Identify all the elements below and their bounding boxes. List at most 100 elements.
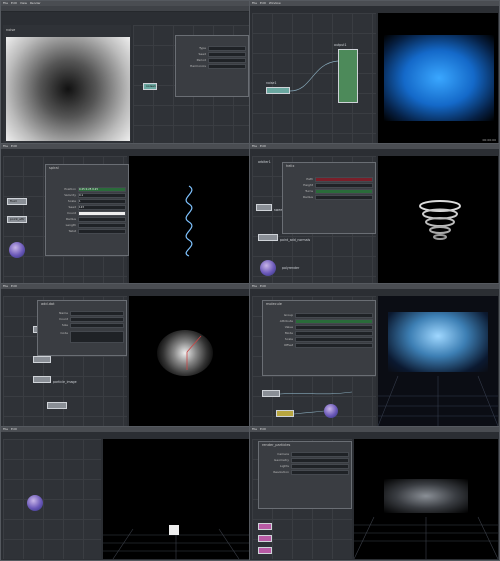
workspace-panel-8: File Edit render_particles Camera Geomet… (249, 426, 500, 561)
param-field[interactable] (78, 223, 126, 228)
noise-viewer-pane: noise (3, 25, 131, 143)
param-field[interactable] (78, 211, 126, 216)
param-field[interactable] (78, 217, 126, 222)
menu-file[interactable]: File (3, 144, 8, 149)
menu-bar: File Edit (1, 144, 250, 149)
param-field[interactable] (70, 323, 124, 328)
menu-edit[interactable]: Edit (260, 427, 266, 432)
menu-window[interactable]: Window (269, 1, 281, 6)
ground-grid (354, 516, 498, 559)
node-point-sprite[interactable] (47, 402, 67, 409)
param-field[interactable] (291, 452, 349, 457)
param-field[interactable] (78, 229, 126, 234)
node-particles[interactable] (33, 356, 51, 363)
param-field[interactable] (291, 464, 349, 469)
param-window: add.dat Name Count Size Code (37, 300, 127, 356)
param-label: Radius (65, 217, 76, 221)
node-add-normals[interactable] (258, 234, 278, 241)
menu-edit[interactable]: Edit (11, 144, 17, 149)
sphere-node-icon[interactable] (260, 260, 276, 276)
param-field[interactable] (315, 177, 373, 182)
param-label: Count (67, 211, 76, 215)
param-field[interactable] (291, 470, 349, 475)
param-field[interactable] (208, 64, 246, 69)
param-field[interactable] (208, 58, 246, 63)
particle-viewer: 00:00:00 (378, 13, 498, 143)
render-viewer (354, 439, 498, 559)
param-label: Harmonics (190, 64, 206, 68)
param-field[interactable] (70, 331, 124, 343)
noise-texture-preview (6, 37, 130, 141)
particle-viewer (129, 296, 249, 426)
param-field[interactable]: 0.1 (78, 193, 126, 198)
network-editor: particle_image add.dat Name Count Size C… (3, 296, 127, 426)
menu-file[interactable]: File (252, 144, 257, 149)
ground-grid (378, 375, 498, 426)
node-sweep[interactable] (256, 204, 272, 211)
toolbar (1, 6, 250, 12)
menu-bar: File Edit (250, 427, 499, 432)
menu-edit[interactable]: Edit (11, 284, 17, 289)
param-field[interactable] (208, 52, 246, 57)
node-particle-image[interactable] (33, 376, 51, 383)
param-field[interactable] (208, 46, 246, 51)
panel-title: noise (6, 28, 16, 32)
menu-file[interactable]: File (252, 1, 257, 6)
workspace-panel-2: File Edit Window output1 noise1 00:00:00 (249, 0, 500, 146)
param-label: Resolution (273, 470, 289, 474)
param-title: helix (286, 164, 295, 168)
workspace-panel-3: File Edit fluid point_attr spiral Positi… (0, 143, 251, 286)
menu-edit[interactable]: Edit (260, 1, 266, 6)
param-field[interactable] (315, 189, 373, 194)
node-noise[interactable]: noise1 (143, 83, 157, 90)
node-geo[interactable] (258, 523, 272, 530)
sphere-node-icon[interactable] (27, 495, 43, 511)
param-field[interactable]: 0.25 0.25 0.25 (78, 187, 126, 192)
param-label: Radius (302, 195, 313, 199)
menu-file[interactable]: File (252, 427, 257, 432)
molecule-viewer (378, 296, 498, 426)
param-label: Geometry (274, 458, 289, 462)
menu-file[interactable]: File (3, 427, 8, 432)
param-label: Velocity (64, 193, 76, 197)
network-editor: molecule Group Attribute Value Mode Scal… (252, 296, 376, 426)
helix-geometry (419, 200, 461, 240)
menu-file[interactable]: File (3, 284, 8, 289)
param-label: Count (59, 317, 68, 321)
param-label: Seed (68, 205, 77, 209)
workspace-panel-6: File Edit molecule Group Attribute Value… (249, 283, 500, 429)
workspace-panel-5: File Edit particle_image add.dat Name Co… (0, 283, 251, 429)
param-field[interactable] (70, 311, 124, 316)
param-title: render_particles (262, 443, 291, 447)
param-label: Turns (305, 189, 313, 193)
menu-bar: File Edit (1, 284, 250, 289)
param-label: Seed (198, 52, 207, 56)
menu-bar: File Edit (250, 284, 499, 289)
param-label: Scale (67, 199, 76, 203)
node-render[interactable] (258, 535, 272, 542)
menu-bar: File Edit (250, 144, 499, 149)
node-label: arbiter1 (258, 160, 271, 164)
node-label: polyrender (282, 266, 300, 270)
menu-edit[interactable]: Edit (260, 144, 266, 149)
param-label: Height (303, 183, 313, 187)
network-editor (3, 439, 101, 559)
param-field[interactable]: 1 (78, 199, 126, 204)
sphere-node-icon[interactable] (9, 242, 25, 258)
menu-bar: File Edit (1, 427, 250, 432)
menu-edit[interactable]: Edit (260, 284, 266, 289)
param-label: Period (196, 58, 206, 62)
node-fluid[interactable]: fluid (7, 198, 27, 205)
helix-viewer (378, 156, 498, 284)
node-point-attr[interactable]: point_attr (7, 216, 27, 223)
menu-edit[interactable]: Edit (11, 427, 17, 432)
particle-cloud (384, 35, 494, 121)
param-field[interactable] (315, 183, 373, 188)
param-field[interactable] (315, 195, 373, 200)
node-out[interactable] (258, 547, 272, 554)
param-field[interactable] (70, 317, 124, 322)
param-label: Position (64, 187, 76, 191)
menu-file[interactable]: File (252, 284, 257, 289)
param-field[interactable] (291, 458, 349, 463)
param-field[interactable]: 123 (78, 205, 126, 210)
